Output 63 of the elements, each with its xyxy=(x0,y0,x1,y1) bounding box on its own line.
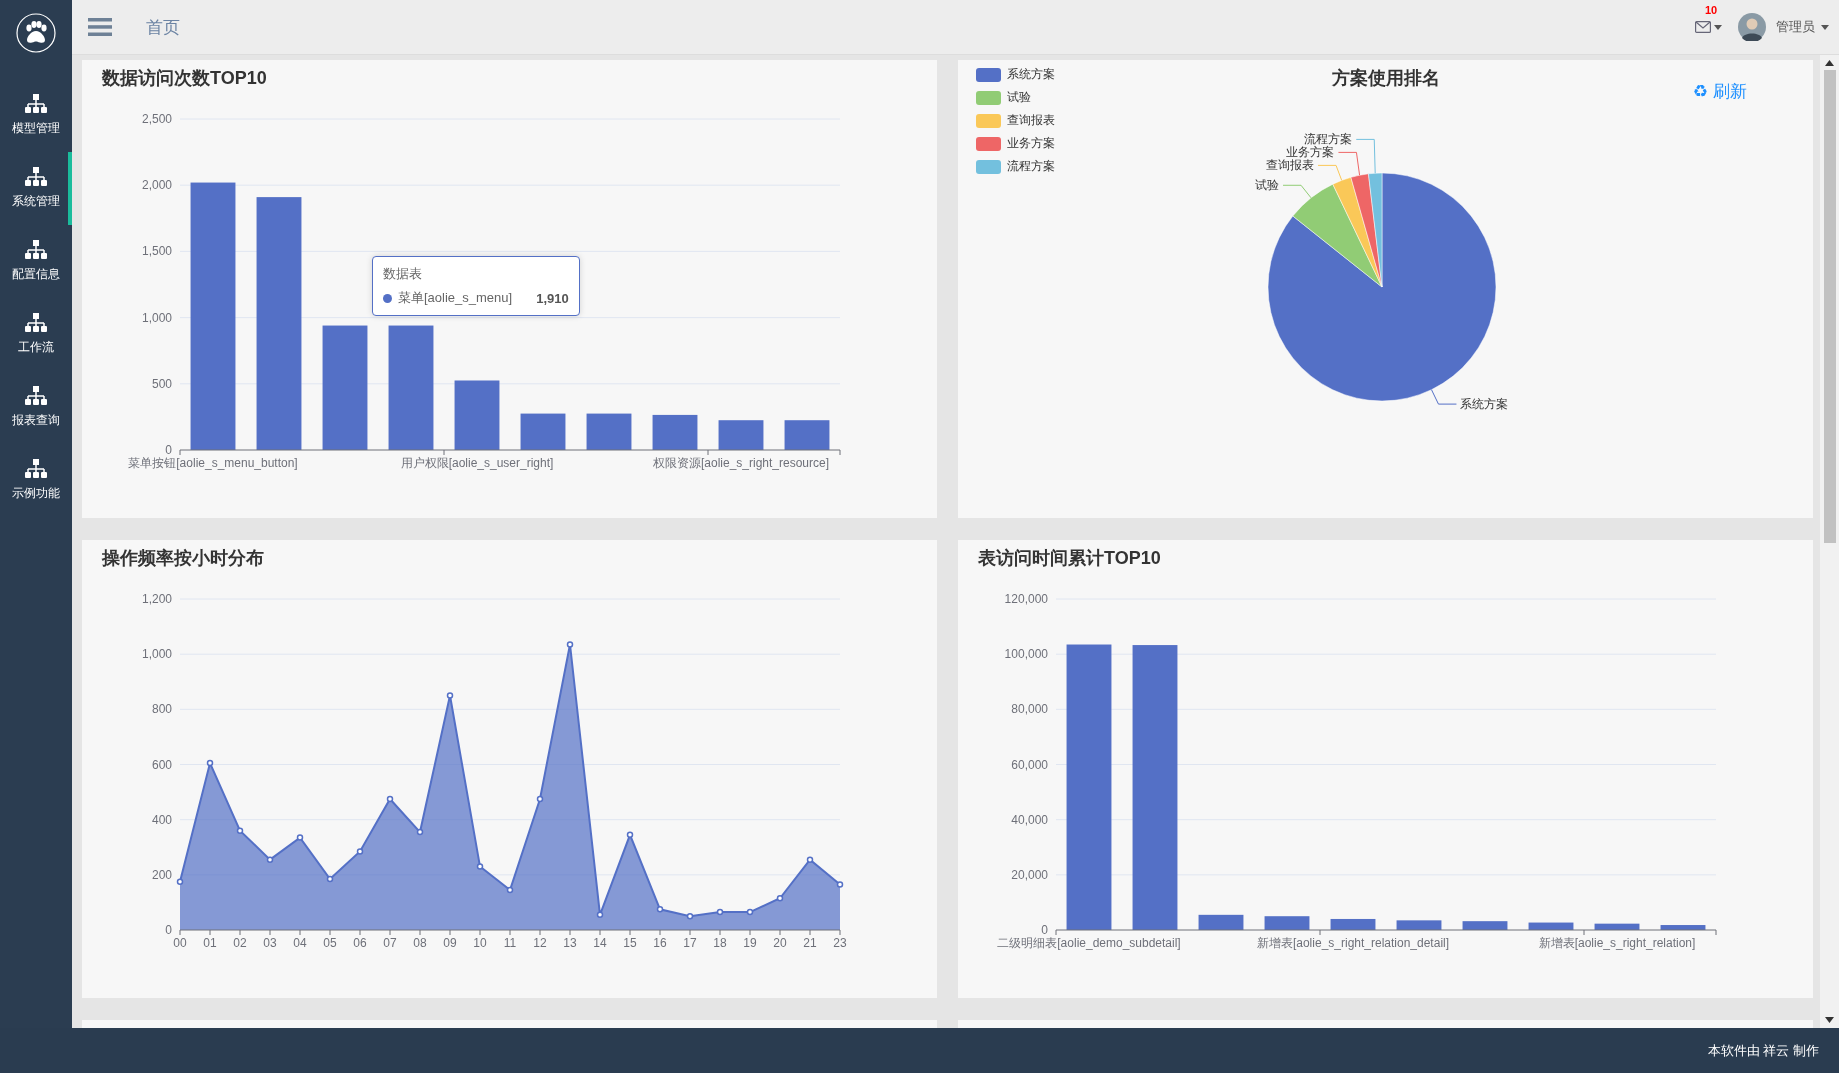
card-title: 数据访问次数TOP10 xyxy=(101,67,268,90)
axis-label: 新增表[aolie_s_right_relation] xyxy=(1538,936,1696,950)
axis-label: 04 xyxy=(293,936,307,950)
axis-label: 用户权限[aolie_s_user_right] xyxy=(400,456,554,470)
card-title: 方案使用排名 xyxy=(1330,67,1441,90)
slice-label: 系统方案 xyxy=(1460,397,1509,412)
axis-label: 17 xyxy=(683,936,697,950)
axis-label: 2,500 xyxy=(141,112,172,126)
axis-label: 菜单按钮[aolie_s_menu_button] xyxy=(128,456,298,470)
axis-label: 20,000 xyxy=(1011,867,1048,882)
axis-label: 60,000 xyxy=(1011,757,1048,772)
tooltip-label: 菜单[aolie_s_menu] xyxy=(398,289,513,307)
axis-label: 400 xyxy=(151,812,172,827)
axis-label: 14 xyxy=(593,936,607,950)
axis-label: 100,000 xyxy=(1004,647,1048,662)
footer-text: 本软件由 祥云 制作 xyxy=(1707,1041,1819,1060)
axis-label: 新增表[aolie_s_right_relation_detail] xyxy=(1256,936,1450,950)
axis-label: 08 xyxy=(413,936,427,950)
axis-label: 03 xyxy=(263,936,277,950)
axis-label: 800 xyxy=(151,702,172,717)
axis-label: 500 xyxy=(151,376,172,391)
slice-label: 查询报表 xyxy=(1266,158,1315,173)
axis-label: 07 xyxy=(383,936,397,950)
axis-label: 11 xyxy=(503,936,517,950)
axis-label: 0 xyxy=(165,923,172,937)
card-title: 操作频率按小时分布 xyxy=(101,547,265,570)
axis-label: 1,000 xyxy=(141,647,172,662)
axis-label: 10 xyxy=(473,936,487,950)
axis-label: 2,000 xyxy=(141,178,172,193)
notification-count: 10 xyxy=(1705,5,1718,16)
axis-label: 12 xyxy=(533,936,547,950)
axis-label: 01 xyxy=(203,936,217,950)
axis-label: 1,000 xyxy=(141,310,172,325)
axis-label: 15 xyxy=(623,936,637,950)
axis-label: 20 xyxy=(773,936,787,950)
axis-label: 02 xyxy=(233,936,247,950)
axis-label: 23 xyxy=(833,936,847,950)
axis-label: 00 xyxy=(173,936,187,950)
axis-label: 0 xyxy=(165,443,172,457)
axis-label: 21 xyxy=(803,936,817,950)
axis-label: 200 xyxy=(151,867,172,882)
axis-label: 1,500 xyxy=(141,244,172,259)
axis-label: 权限资源[aolie_s_right_resource] xyxy=(652,456,830,470)
slice-label: 业务方案 xyxy=(1286,145,1335,160)
axis-label: 40,000 xyxy=(1011,812,1048,827)
axis-label: 120,000 xyxy=(1004,592,1048,606)
tooltip-title: 数据表 xyxy=(383,266,422,281)
axis-label: 600 xyxy=(151,757,172,772)
axis-label: 二级明细表[aolie_demo_subdetail] xyxy=(997,936,1181,950)
axis-label: 06 xyxy=(353,936,367,950)
axis-label: 09 xyxy=(443,936,457,950)
axis-label: 0 xyxy=(1041,923,1048,937)
axis-label: 1,200 xyxy=(141,592,172,606)
axis-label: 16 xyxy=(653,936,667,950)
card-title: 表访问时间累计TOP10 xyxy=(977,547,1162,570)
axis-label: 19 xyxy=(743,936,757,950)
axis-label: 05 xyxy=(323,936,337,950)
axis-label: 13 xyxy=(563,936,577,950)
axis-label: 18 xyxy=(713,936,727,950)
axis-label: 80,000 xyxy=(1011,702,1048,717)
slice-label: 流程方案 xyxy=(1304,132,1353,147)
tooltip-value: 1,910 xyxy=(536,290,569,306)
slice-label: 试验 xyxy=(1255,178,1280,193)
